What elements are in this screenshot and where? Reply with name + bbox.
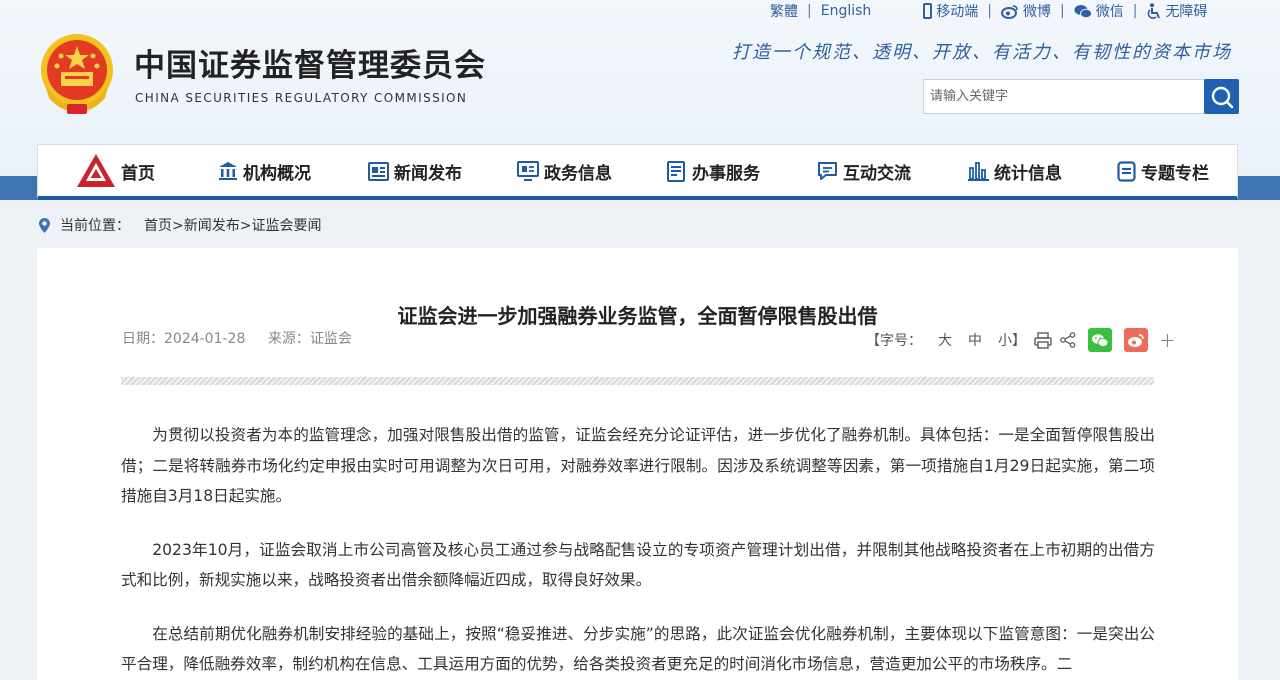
traditional-chinese-link[interactable]: 繁體: [770, 1, 798, 21]
breadcrumb-label: 当前位置：: [60, 218, 130, 234]
weibo-icon: [1001, 4, 1018, 19]
weibo-link[interactable]: 微博: [1001, 1, 1051, 21]
font-size-medium-button[interactable]: 中: [968, 330, 982, 350]
accessibility-link[interactable]: 无障碍: [1146, 1, 1207, 21]
nav-item-services[interactable]: 办事服务: [667, 145, 760, 197]
chat-icon: [817, 161, 838, 181]
nav-item-label: 政务信息: [544, 163, 612, 184]
article-paragraph: 在总结前期优化融券机制安排经验的基础上，按照“稳妥推进、分步实施”的思路，此次证…: [121, 624, 1155, 674]
weibo-icon: [1128, 333, 1144, 347]
separator: |: [987, 3, 992, 19]
article-title: 证监会进一步加强融券业务监管，全面暂停限售股出借: [397, 304, 878, 328]
nav-item-special-topics[interactable]: 专题专栏: [1117, 145, 1209, 197]
top-links-bar: 繁體 | English 移动端 | 微博 | 微信 | 无障碍: [770, 0, 1207, 22]
breadcrumb: 当前位置： 首页>新闻发布>证监会要闻: [38, 215, 321, 235]
bar-chart-icon: [968, 161, 989, 181]
nav-item-home[interactable]: 首页: [76, 145, 155, 197]
weibo-link-label: 微博: [1023, 4, 1051, 20]
article-tools: 【字号： 大 中 小】 +: [866, 326, 1176, 354]
weixin-link[interactable]: 微信: [1074, 1, 1124, 21]
weixin-link-label: 微信: [1095, 4, 1124, 20]
search-button[interactable]: [1204, 79, 1239, 114]
article-paragraph: 为贯彻以投资者为本的监管理念，加强对限售股出借的监管，证监会经充分论证评估，进一…: [121, 426, 1155, 505]
share-weibo-button[interactable]: [1124, 328, 1148, 352]
article-source: 来源：证监会: [267, 331, 352, 347]
article-body: 为贯彻以投资者为本的监管理念，加强对限售股出借的监管，证监会经充分论证评估，进一…: [121, 420, 1155, 680]
location-pin-icon: [38, 217, 51, 234]
news-icon: [368, 161, 389, 181]
nav-item-interaction[interactable]: 互动交流: [817, 145, 911, 197]
monitor-icon: [517, 161, 539, 181]
nav-item-label: 首页: [121, 163, 155, 184]
nav-item-label: 机构概况: [243, 163, 311, 184]
article-date: 日期：2024-01-28: [122, 331, 246, 347]
separator: |: [1132, 3, 1138, 19]
search-input[interactable]: [924, 80, 1204, 113]
nav-item-about[interactable]: 机构概况: [218, 145, 311, 197]
nav-item-label: 新闻发布: [394, 163, 462, 184]
home-logo-icon: [76, 153, 116, 189]
print-icon[interactable]: [1034, 331, 1052, 349]
national-emblem-logo[interactable]: [37, 32, 117, 116]
breadcrumb-path[interactable]: 首页>新闻发布>证监会要闻: [144, 215, 321, 235]
article-meta: 日期：2024-01-28 来源：证监会: [122, 328, 352, 348]
font-size-small-button[interactable]: 小】: [998, 330, 1026, 350]
accessibility-link-label: 无障碍: [1165, 4, 1208, 20]
article-paragraph: 2023年10月，证监会取消上市公司高管及核心员工通过参与战略配售设立的专项资产…: [121, 540, 1155, 590]
nav-item-label: 统计信息: [994, 163, 1062, 184]
separator: |: [1060, 3, 1065, 19]
mobile-link[interactable]: 移动端: [923, 1, 978, 21]
document-list-icon: [667, 160, 687, 182]
file-icon: [1117, 160, 1136, 182]
nav-item-label: 互动交流: [843, 163, 911, 184]
nav-item-news[interactable]: 新闻发布: [368, 145, 462, 197]
weixin-icon: [1074, 4, 1092, 18]
share-icon[interactable]: [1060, 332, 1076, 348]
share-weixin-button[interactable]: [1088, 328, 1112, 352]
site-title-english: CHINA SECURITIES REGULATORY COMMISSION: [135, 91, 468, 105]
weixin-icon: [1092, 333, 1109, 347]
accessibility-icon: [1148, 3, 1161, 19]
mobile-link-label: 移动端: [936, 4, 979, 20]
nav-item-government-info[interactable]: 政务信息: [517, 145, 612, 197]
site-slogan: 打造一个规范、透明、开放、有活力、有韧性的资本市场: [732, 42, 1232, 63]
english-link[interactable]: English: [821, 3, 872, 19]
building-icon: [218, 161, 238, 181]
font-size-large-button[interactable]: 大: [938, 330, 952, 350]
share-more-button[interactable]: +: [1159, 328, 1176, 352]
mobile-phone-icon: [923, 3, 933, 19]
main-nav: 首页 机构概况 新闻发布 政务信息 办事服务 互动交流 统计信息 专题专栏: [37, 144, 1238, 200]
font-size-label: 【字号：: [866, 333, 922, 349]
nav-item-statistics[interactable]: 统计信息: [968, 145, 1062, 197]
nav-item-label: 专题专栏: [1141, 163, 1209, 184]
site-title-chinese: 中国证券监督管理委员会: [134, 48, 486, 84]
separator: |: [807, 3, 812, 19]
search-icon: [1211, 86, 1233, 108]
title-divider: [121, 377, 1154, 385]
nav-item-label: 办事服务: [692, 163, 760, 184]
search-box: [923, 79, 1239, 114]
